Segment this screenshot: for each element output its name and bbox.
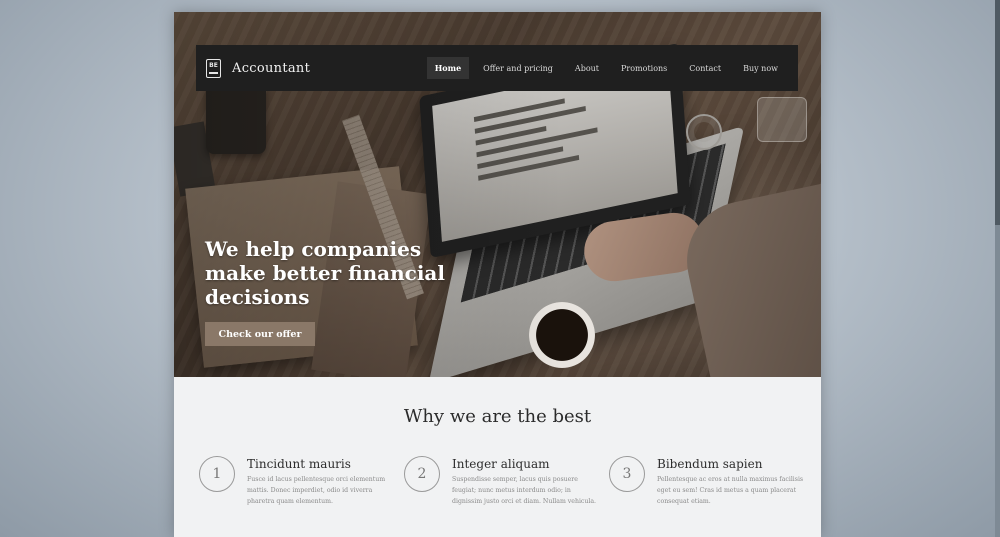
- scrollbar[interactable]: [995, 0, 1000, 537]
- nav-item-about[interactable]: About: [567, 58, 607, 79]
- feature-title: Integer aliquam: [452, 457, 550, 471]
- page: BE Accountant Home Offer and pricing Abo…: [174, 12, 821, 537]
- nav-item-buy-now[interactable]: Buy now: [735, 58, 786, 79]
- feature-text: Suspendisse semper, lacus quis posuere f…: [452, 476, 597, 505]
- number-circle: 2: [404, 456, 440, 492]
- brand-name: Accountant: [232, 60, 311, 76]
- hero-headline: We help companies make better financial …: [205, 237, 445, 309]
- nav-item-contact[interactable]: Contact: [681, 58, 729, 79]
- number-circle: 1: [199, 456, 235, 492]
- scrollbar-thumb[interactable]: [995, 0, 1000, 225]
- book-icon: BE: [206, 58, 221, 78]
- feature-item: 1 Tincidunt mauris Fusce id lacus pellen…: [199, 456, 399, 536]
- nav-item-home[interactable]: Home: [426, 57, 470, 79]
- nav-item-promotions[interactable]: Promotions: [613, 58, 675, 79]
- check-offer-button[interactable]: Check our offer: [205, 322, 315, 346]
- feature-text: Fusce id lacus pellentesque orci element…: [247, 476, 386, 505]
- top-navigation: BE Accountant Home Offer and pricing Abo…: [196, 45, 798, 91]
- nav-item-offer-and-pricing[interactable]: Offer and pricing: [475, 58, 561, 79]
- feature-text: Pellentesque ac eros at nulla maximus fa…: [657, 476, 804, 505]
- feature-title: Tincidunt mauris: [247, 457, 351, 471]
- nav-menu: Home Offer and pricing About Promotions …: [421, 57, 786, 79]
- feature-item: 2 Integer aliquam Suspendisse semper, la…: [404, 456, 604, 536]
- section-title: Why we are the best: [403, 406, 592, 427]
- hero-banner: BE Accountant Home Offer and pricing Abo…: [174, 12, 821, 377]
- feature-title: Bibendum sapien: [657, 457, 763, 471]
- feature-item: 3 Bibendum sapien Pellentesque ac eros a…: [609, 456, 809, 536]
- logo[interactable]: BE Accountant: [206, 58, 311, 78]
- number-circle: 3: [609, 456, 645, 492]
